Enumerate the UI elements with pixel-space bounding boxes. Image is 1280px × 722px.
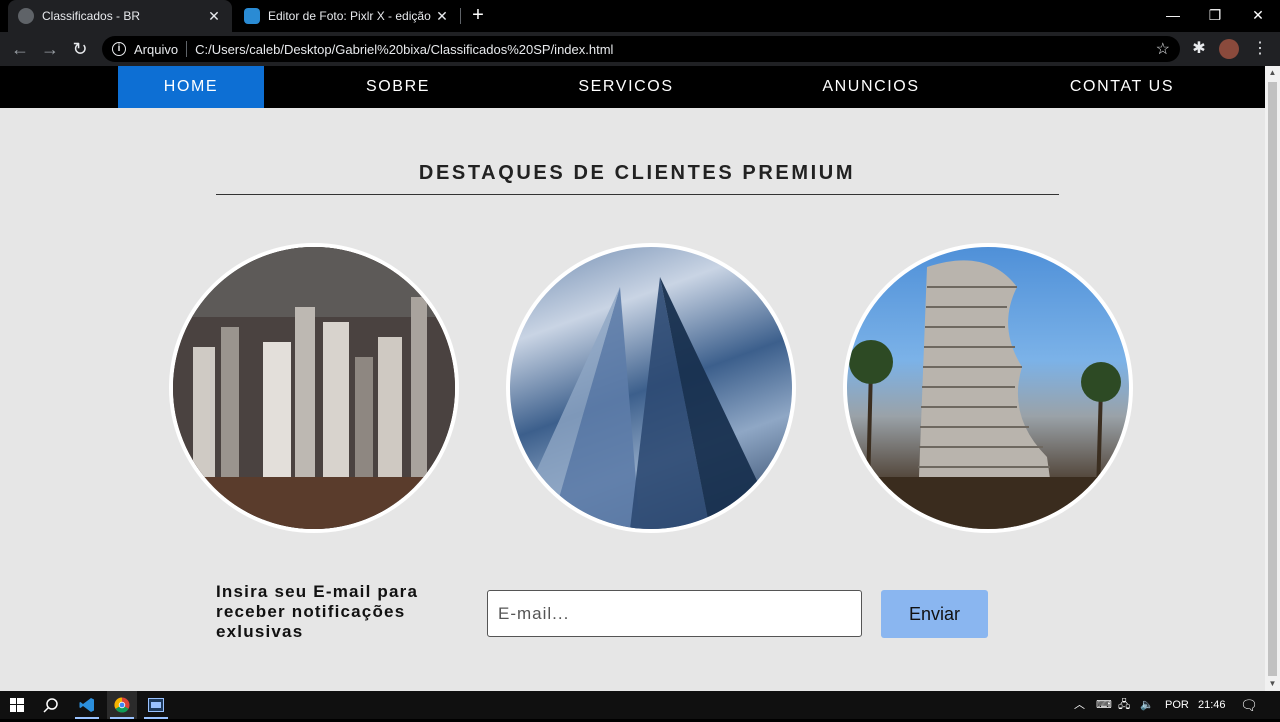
newsletter-prompt: Insira seu E-mail para receber notificaç… [216,582,419,641]
search-icon[interactable] [36,691,66,719]
featured-image-skyscrapers [506,243,796,533]
menu-icon[interactable]: ⋮ [1249,38,1271,58]
browser-toolbar: ← → ↻ i Arquivo C:/Users/caleb/Desktop/G… [0,32,1280,66]
tab-title: Editor de Foto: Pixlr X - edição de [268,9,434,23]
language-indicator[interactable]: POR [1165,691,1189,719]
volume-icon[interactable]: 🔈 [1140,691,1154,719]
featured-image-curved-building [843,243,1133,533]
pixlr-icon [244,8,260,24]
app-window-icon[interactable] [141,691,171,719]
notifications-icon[interactable]: 🗨 [1240,691,1258,719]
close-tab-icon[interactable]: ✕ [206,8,222,25]
divider [186,41,188,57]
city-skyline-image [173,247,455,529]
chrome-icon[interactable] [107,691,137,719]
input-method-icon[interactable]: ⌨ [1096,691,1112,719]
scroll-down-icon[interactable]: ▼ [1265,677,1280,691]
minimize-button[interactable]: — [1151,0,1195,32]
nav-anuncios[interactable]: ANUNCIOS [806,66,936,108]
clock[interactable]: 21:46 [1198,691,1226,719]
bookmark-star-icon[interactable]: ☆ [1156,39,1170,59]
forward-button[interactable]: → [38,38,62,60]
scroll-up-icon[interactable]: ▲ [1265,66,1280,80]
profile-avatar[interactable] [1219,39,1239,59]
extensions-icon[interactable]: ✱ [1188,38,1210,58]
page-viewport: HOME SOBRE SERVICOS ANUNCIOS CONTAT US D… [0,66,1265,691]
tab-title: Classificados - BR [42,9,141,23]
skyscrapers-image [510,277,780,529]
browser-tab-bar: Classificados - BR ✕ Editor de Foto: Pix… [0,0,1280,32]
windows-taskbar: ︿ ⌨ 🖧 🔈 POR 21:46 🗨 [0,691,1280,719]
nav-contact[interactable]: CONTAT US [1052,66,1192,108]
back-button[interactable]: ← [8,38,32,60]
close-window-button[interactable]: ✕ [1236,0,1280,32]
nav-sobre[interactable]: SOBRE [338,66,458,108]
site-nav: HOME SOBRE SERVICOS ANUNCIOS CONTAT US [0,66,1265,108]
scheme-label: Arquivo [134,41,179,57]
featured-image-city [169,243,459,533]
network-icon[interactable]: 🖧 [1118,691,1130,719]
tab-separator [460,8,461,24]
nav-home[interactable]: HOME [118,66,264,108]
curved-building-image [847,260,1129,529]
vscode-icon[interactable] [72,691,102,719]
tab-classificados[interactable]: Classificados - BR ✕ [8,0,232,32]
send-button[interactable]: Enviar [881,590,988,638]
section-title: DESTAQUES DE CLIENTES PREMIUM [418,162,856,184]
chevron-up-icon[interactable]: ︿ [1074,691,1085,719]
close-tab-icon[interactable]: ✕ [434,8,450,25]
globe-icon [18,8,34,24]
reload-button[interactable]: ↻ [68,38,92,60]
info-icon[interactable]: i [112,42,126,56]
url-text[interactable]: C:/Users/caleb/Desktop/Gabriel%20bixa/Cl… [195,42,1156,57]
tab-pixlr[interactable]: Editor de Foto: Pixlr X - edição de ✕ [236,0,458,32]
email-input[interactable] [487,590,862,637]
restore-button[interactable]: ❐ [1193,0,1237,32]
scrollbar-thumb[interactable] [1268,82,1277,676]
title-underline [216,194,1059,195]
new-tab-button[interactable]: + [466,4,490,28]
nav-servicos[interactable]: SERVICOS [560,66,692,108]
windows-start-icon[interactable] [2,691,32,719]
page-scrollbar[interactable]: ▲ ▼ [1265,66,1280,691]
address-bar[interactable]: i Arquivo C:/Users/caleb/Desktop/Gabriel… [102,36,1180,62]
